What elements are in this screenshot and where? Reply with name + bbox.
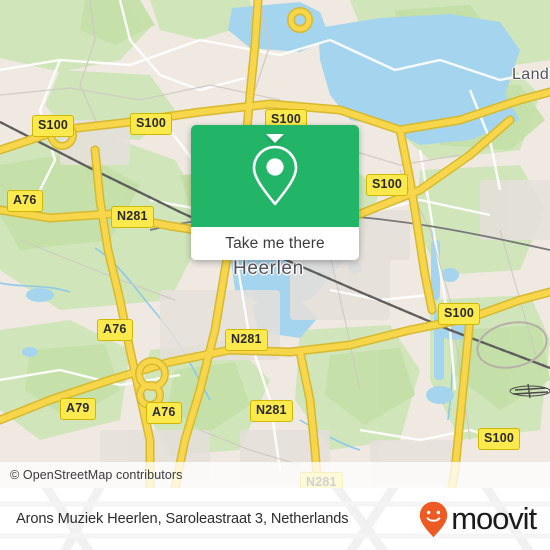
road-shield-s100: S100 bbox=[438, 303, 480, 325]
moovit-logo: moovit bbox=[419, 500, 537, 538]
road-shield-a76: A76 bbox=[97, 319, 133, 341]
moovit-wordmark: moovit bbox=[451, 500, 537, 536]
location-popup-card[interactable]: Take me there bbox=[191, 125, 359, 260]
road-shield-s100: S100 bbox=[32, 115, 74, 137]
road-shield-a76: A76 bbox=[7, 190, 43, 212]
road-shield-n281: N281 bbox=[225, 329, 268, 351]
moovit-pin-smiley-icon bbox=[420, 501, 448, 537]
map-label-landgraaf: Land bbox=[512, 66, 550, 83]
road-shield-s100: S100 bbox=[478, 428, 520, 450]
map-label-heerlen: Heerlen bbox=[233, 258, 304, 279]
take-me-there-button[interactable]: Take me there bbox=[191, 227, 359, 260]
osm-attribution[interactable]: © OpenStreetMap contributors bbox=[0, 462, 550, 488]
bottom-info-bar: Arons Muziek Heerlen, Saroleastraat 3, N… bbox=[0, 488, 550, 550]
road-shield-a76: A76 bbox=[146, 402, 182, 424]
map-viewport[interactable]: Heerlen Land S100 S100 S100 S100 S100 S1… bbox=[0, 0, 550, 488]
place-title: Arons Muziek Heerlen, Saroleastraat 3, N… bbox=[16, 511, 349, 527]
road-shield-a79: A79 bbox=[60, 398, 96, 420]
road-shield-s100: S100 bbox=[130, 113, 172, 135]
moovit-map-screenshot: Heerlen Land S100 S100 S100 S100 S100 S1… bbox=[0, 0, 550, 550]
popup-pointer-tail bbox=[266, 134, 284, 143]
map-pin-icon bbox=[252, 145, 298, 206]
road-shield-s100: S100 bbox=[366, 174, 408, 196]
road-shield-n281: N281 bbox=[250, 400, 293, 422]
road-shield-n281: N281 bbox=[111, 206, 154, 228]
